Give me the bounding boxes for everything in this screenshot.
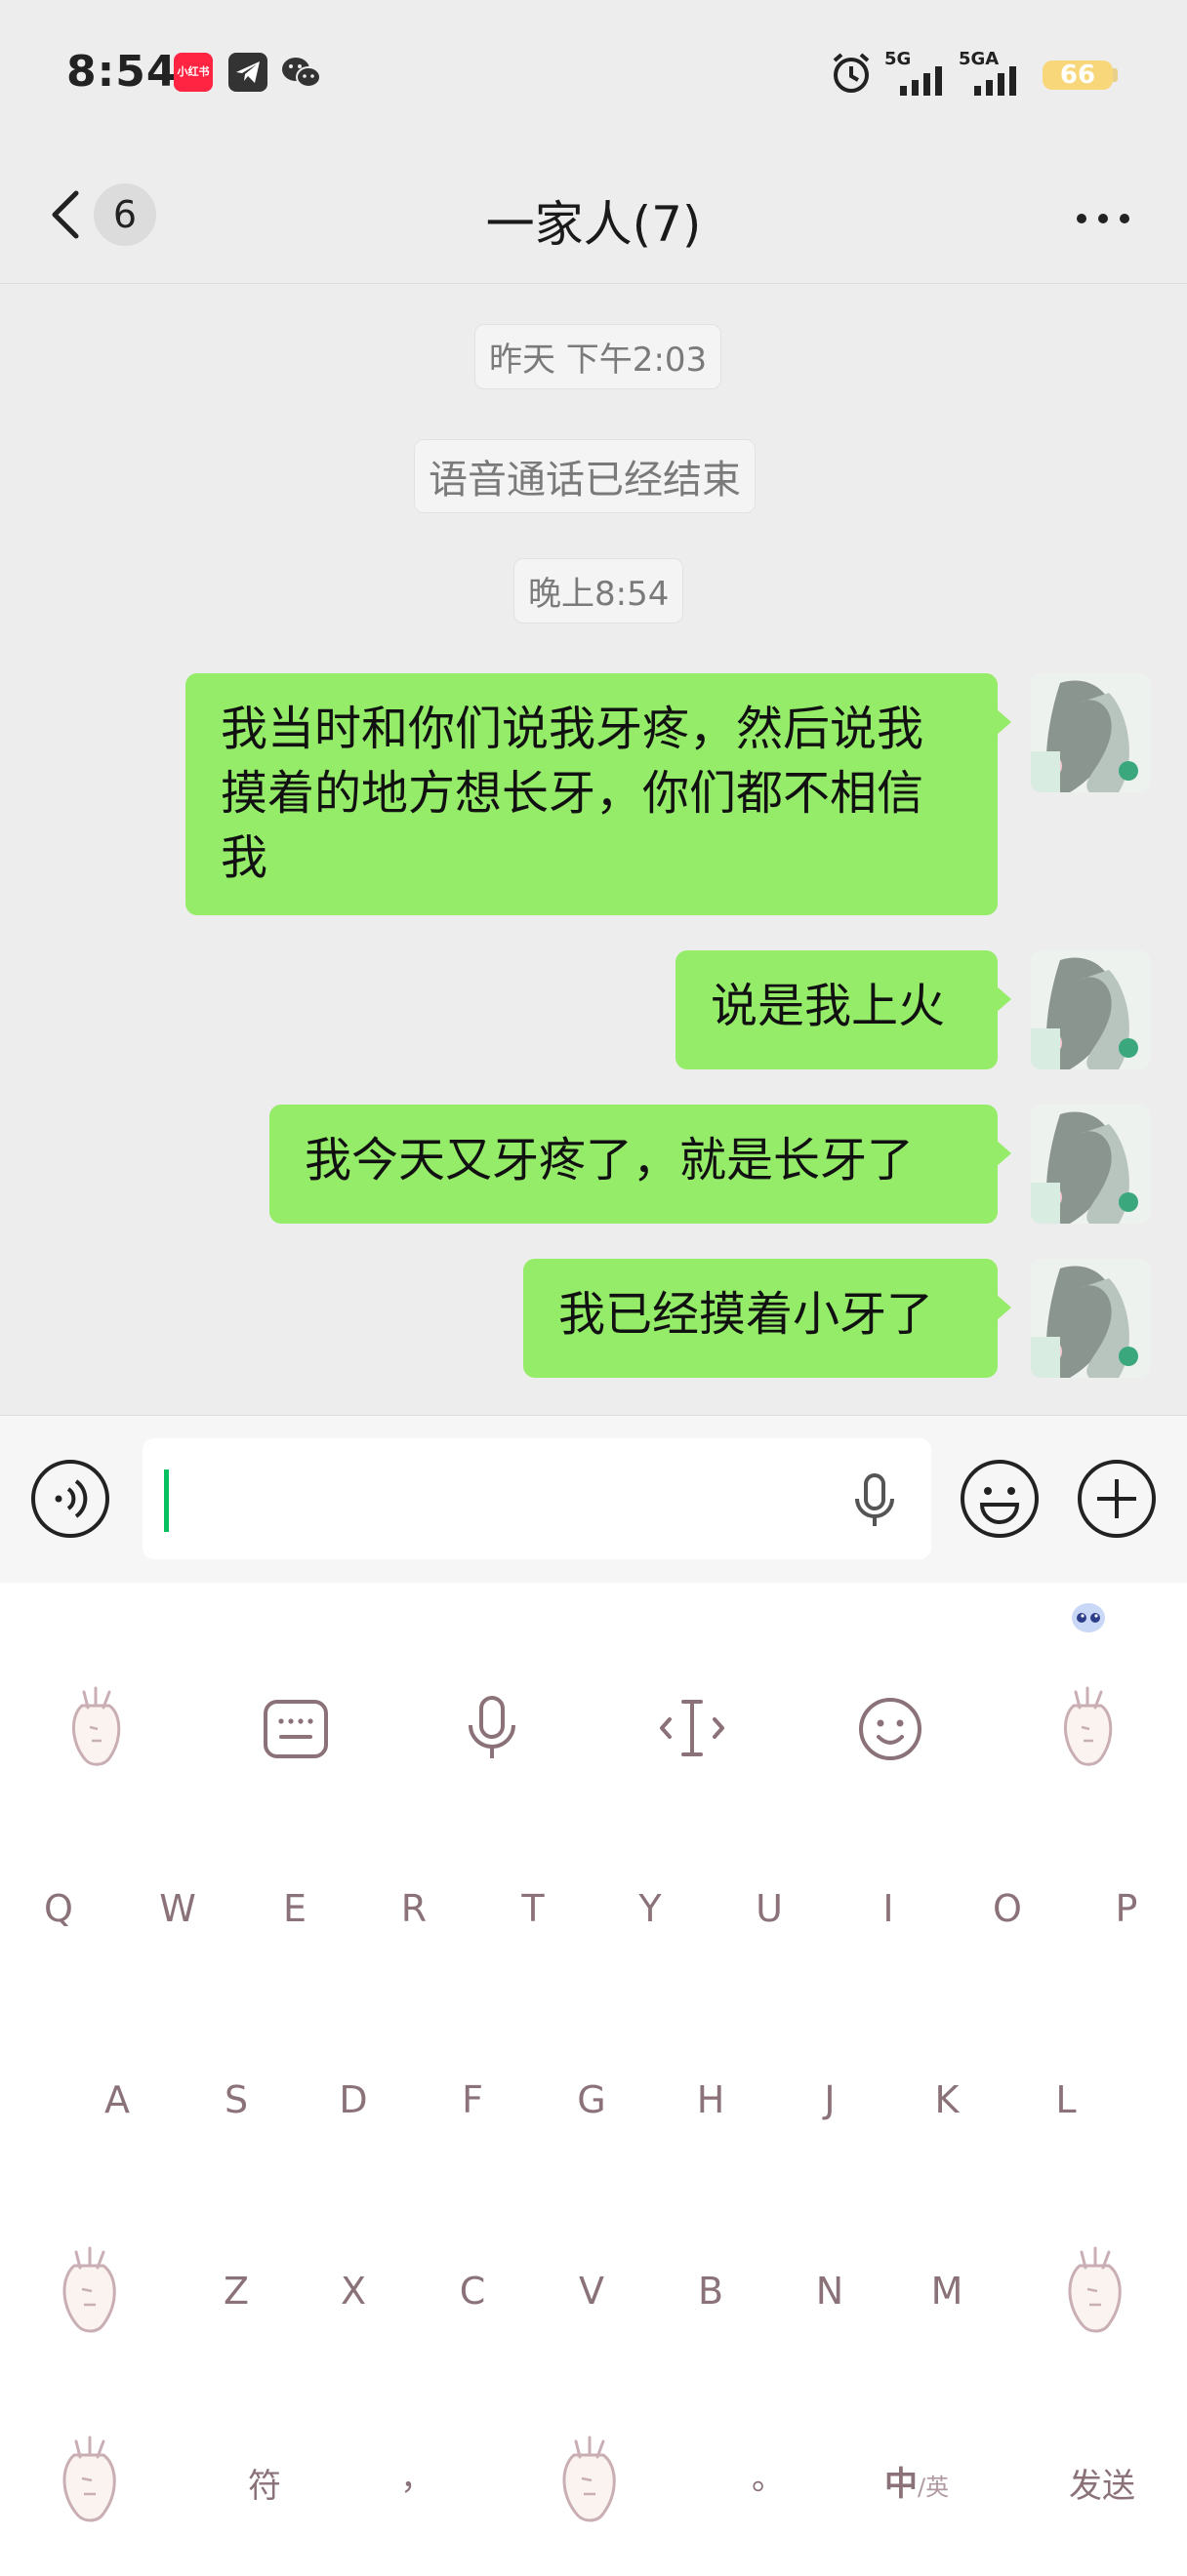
message-input[interactable] xyxy=(143,1438,931,1559)
key-w[interactable]: W xyxy=(139,1887,217,1930)
key-e[interactable]: E xyxy=(256,1887,334,1930)
space-key[interactable] xyxy=(553,2434,629,2529)
key-i[interactable]: I xyxy=(849,1887,927,1930)
xiaohongshu-label: 小红书 xyxy=(177,65,210,78)
radish-shift-icon xyxy=(62,2246,116,2333)
emoji-icon xyxy=(859,1698,921,1760)
message-text: 说是我上火 xyxy=(711,979,946,1033)
key-k[interactable]: K xyxy=(908,2078,986,2121)
key-l[interactable]: L xyxy=(1027,2078,1105,2121)
radish-space-icon xyxy=(562,2435,616,2522)
timestamp: 昨天 下午2:03 xyxy=(474,324,722,389)
comma-key[interactable]: ， xyxy=(396,2451,437,2499)
message-text: 我今天又牙疼了，就是长牙了 xyxy=(305,1133,915,1187)
message-bubble[interactable]: 说是我上火 xyxy=(675,950,1011,1069)
key-y[interactable]: Y xyxy=(611,1887,689,1930)
wechat-icon xyxy=(279,53,321,92)
key-u[interactable]: U xyxy=(730,1887,808,1930)
radish-backspace-icon xyxy=(1068,2246,1122,2333)
period-key[interactable]: 。 xyxy=(748,2451,789,2499)
text-caret xyxy=(164,1469,169,1532)
voice-typing-button[interactable] xyxy=(461,1694,523,1766)
key-n[interactable]: N xyxy=(791,2270,869,2313)
backspace-key[interactable] xyxy=(1058,2244,1134,2340)
plus-icon xyxy=(1078,1460,1156,1538)
alarm-icon xyxy=(830,51,873,100)
keyboard-mascot-icon[interactable] xyxy=(1068,1596,1109,1639)
symbols-key[interactable]: 符 xyxy=(244,2459,285,2507)
cursor-move-button[interactable] xyxy=(658,1696,726,1764)
message-bubble[interactable]: 我当时和你们说我牙疼，然后说我 摸着的地方想长牙，你们都不相信 我 xyxy=(185,673,1011,915)
avatar[interactable] xyxy=(1031,950,1150,1069)
timestamp: 晚上8:54 xyxy=(513,558,684,624)
radish-deco-icon xyxy=(1054,1686,1123,1772)
key-j[interactable]: J xyxy=(791,2078,869,2121)
status-bar: 8:54 小红书 5G 5GA 66 xyxy=(0,0,1187,146)
key-a[interactable]: A xyxy=(78,2078,156,2121)
battery-indicator: 66 xyxy=(1043,60,1113,90)
lang-en-label: /英 xyxy=(918,2474,950,2501)
telegram-icon xyxy=(228,53,267,92)
voice-icon xyxy=(31,1460,109,1538)
emoji-icon xyxy=(961,1460,1039,1538)
emoji-button[interactable] xyxy=(959,1458,1041,1544)
signal-icon-2 xyxy=(972,62,1027,100)
keyboard-icon xyxy=(264,1700,328,1758)
key-f[interactable]: F xyxy=(433,2078,512,2121)
message-text-line: 我 xyxy=(221,830,268,885)
key-s[interactable]: S xyxy=(197,2078,275,2121)
voice-input-button[interactable] xyxy=(847,1471,902,1534)
voice-mode-button[interactable] xyxy=(29,1458,111,1544)
avatar[interactable] xyxy=(1031,1105,1150,1224)
battery-tip xyxy=(1113,68,1118,82)
avatar[interactable] xyxy=(1031,1259,1150,1378)
language-toggle-key[interactable]: 中/英 xyxy=(884,2457,949,2505)
key-q[interactable]: Q xyxy=(20,1887,98,1930)
avatar[interactable] xyxy=(1031,673,1150,792)
microphone-icon xyxy=(855,1473,894,1526)
key-z[interactable]: Z xyxy=(197,2270,275,2313)
key-g[interactable]: G xyxy=(553,2078,631,2121)
clock: 8:54 xyxy=(66,47,178,97)
key-b[interactable]: B xyxy=(672,2270,750,2313)
send-key[interactable]: 发送 xyxy=(1062,2459,1142,2507)
emoji-panel-button[interactable] xyxy=(857,1696,923,1766)
key-t[interactable]: T xyxy=(494,1887,572,1930)
lang-zh-label: 中 xyxy=(884,2465,918,2504)
key-d[interactable]: D xyxy=(314,2078,392,2121)
radish-number-key[interactable] xyxy=(53,2434,129,2529)
message-text: 我已经摸着小牙了 xyxy=(558,1287,934,1342)
message-text-line: 摸着的地方想长牙，你们都不相信 xyxy=(221,766,924,821)
key-c[interactable]: C xyxy=(433,2270,512,2313)
message-bubble[interactable]: 我已经摸着小牙了 xyxy=(523,1259,1011,1378)
radish-deco-icon xyxy=(62,1686,131,1772)
key-h[interactable]: H xyxy=(672,2078,750,2121)
signal-icon xyxy=(898,62,953,100)
key-v[interactable]: V xyxy=(553,2270,631,2313)
key-o[interactable]: O xyxy=(968,1887,1046,1930)
key-r[interactable]: R xyxy=(375,1887,453,1930)
more-options-button[interactable] xyxy=(1074,199,1132,238)
key-m[interactable]: M xyxy=(908,2270,986,2313)
radish-icon xyxy=(62,2435,116,2522)
chat-title: 一家人(7) xyxy=(485,196,702,253)
keyboard-switch-button[interactable] xyxy=(262,1698,330,1764)
message-bubble[interactable]: 我今天又牙疼了，就是长牙了 xyxy=(269,1105,1011,1224)
call-ended-notice: 语音通话已经结束 xyxy=(414,439,756,513)
key-x[interactable]: X xyxy=(314,2270,392,2313)
key-p[interactable]: P xyxy=(1087,1887,1166,1930)
cursor-icon xyxy=(660,1700,724,1756)
more-icon xyxy=(1077,214,1129,223)
xiaohongshu-icon: 小红书 xyxy=(174,53,213,92)
microphone-icon xyxy=(469,1696,515,1758)
more-functions-button[interactable] xyxy=(1076,1458,1158,1544)
shift-key[interactable] xyxy=(53,2244,129,2340)
message-text-line: 我当时和你们说我牙疼，然后说我 xyxy=(221,702,924,756)
